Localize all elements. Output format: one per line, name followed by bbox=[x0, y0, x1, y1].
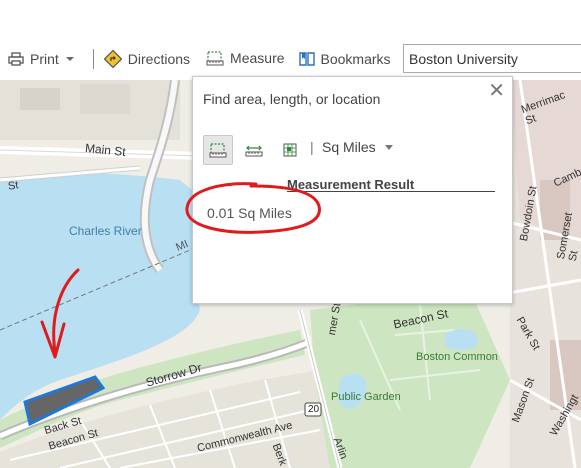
directions-icon bbox=[103, 49, 122, 68]
print-label: Print bbox=[30, 50, 59, 67]
unit-dropdown[interactable]: Sq Miles bbox=[322, 139, 376, 155]
measure-label: Measure bbox=[230, 49, 285, 66]
area-tool-button[interactable] bbox=[203, 135, 233, 165]
measure-panel-title: Find area, length, or location bbox=[203, 91, 381, 107]
red-arrow-annotation bbox=[40, 268, 80, 359]
map-label-boston-common: Boston Common bbox=[416, 351, 498, 363]
red-circle-annotation bbox=[185, 182, 321, 234]
measure-button[interactable]: Measure bbox=[206, 37, 285, 80]
distance-icon bbox=[245, 145, 263, 157]
bookmarks-icon bbox=[298, 51, 315, 66]
measure-icon bbox=[206, 50, 224, 65]
directions-button[interactable]: Directions bbox=[103, 37, 191, 80]
search-input[interactable] bbox=[403, 44, 581, 73]
print-button[interactable]: Print bbox=[8, 37, 83, 80]
top-blank-bar bbox=[0, 0, 581, 37]
toolbar-divider bbox=[92, 48, 94, 69]
bookmarks-label: Bookmarks bbox=[320, 50, 391, 67]
map-label-charles-river: Charles River bbox=[69, 224, 142, 238]
area-icon bbox=[209, 143, 227, 158]
measure-panel: Find area, length, or location ✕ | Sq Mi… bbox=[185, 76, 513, 304]
directions-label: Directions bbox=[127, 50, 191, 67]
location-icon bbox=[283, 143, 297, 157]
chevron-down-icon[interactable] bbox=[385, 145, 393, 150]
unit-separator: | bbox=[310, 139, 314, 155]
map-label-st-left: St bbox=[7, 179, 20, 193]
location-tool-button[interactable] bbox=[275, 135, 305, 165]
chevron-down-icon bbox=[65, 56, 74, 61]
printer-icon bbox=[8, 51, 24, 66]
map-label-public-garden: Public Garden bbox=[331, 391, 401, 403]
distance-tool-button[interactable] bbox=[239, 135, 269, 165]
map-label-route-20: 20 bbox=[308, 404, 320, 415]
bookmarks-button[interactable]: Bookmarks bbox=[298, 37, 391, 80]
close-icon[interactable]: ✕ bbox=[488, 81, 505, 101]
